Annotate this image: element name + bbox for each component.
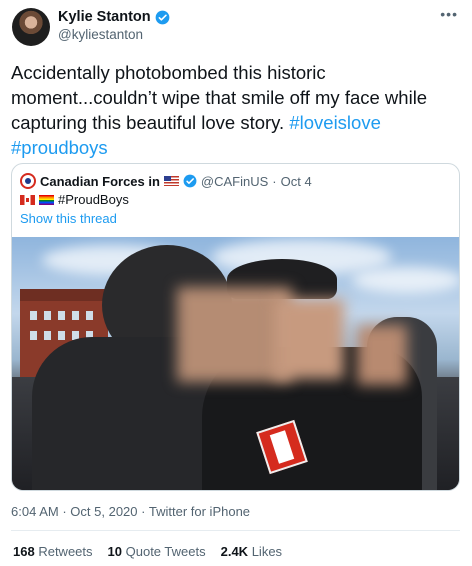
quoted-tweet-header: Canadian Forces in @CAFinUS · Oct 4 (20, 173, 312, 189)
hashtag-loveislove[interactable]: #loveislove (289, 112, 381, 133)
author-handle[interactable]: @kyliestanton (58, 27, 143, 42)
tweet-stats: 168 Retweets 10 Quote Tweets 2.4K Likes (13, 544, 282, 559)
retweets-count: 168 (13, 544, 35, 559)
retweets-label: Retweets (38, 544, 93, 559)
quote-tweets-label: Quote Tweets (125, 544, 206, 559)
more-icon[interactable]: ••• (440, 6, 458, 22)
rainbow-flag-icon (39, 194, 54, 205)
retweets-stat[interactable]: 168 Retweets (13, 544, 93, 559)
likes-stat[interactable]: 2.4K Likes (221, 544, 282, 559)
divider (11, 530, 460, 531)
quote-tweets-stat[interactable]: 10 Quote Tweets (108, 544, 206, 559)
verified-badge-icon (183, 174, 197, 188)
quoted-date: Oct 4 (280, 173, 312, 189)
quoted-tweet-text: #ProudBoys (20, 192, 129, 207)
quoted-author-handle: @CAFinUS (200, 173, 269, 189)
show-thread-link[interactable]: Show this thread (20, 211, 117, 226)
likes-label: Likes (251, 544, 283, 559)
author-avatar[interactable] (12, 8, 50, 46)
quoted-text: #ProudBoys (58, 192, 129, 207)
meta-separator-2: · (141, 504, 146, 519)
tweet-source[interactable]: Twitter for iPhone (149, 504, 250, 519)
quoted-photo[interactable] (12, 237, 459, 490)
tweet-meta: 6:04 AM · Oct 5, 2020 · Twitter for iPho… (11, 504, 250, 519)
quoted-author-name: Canadian Forces in (40, 173, 160, 189)
tweet-date[interactable]: Oct 5, 2020 (70, 504, 137, 519)
verified-badge-icon (155, 10, 170, 24)
tweet-text: Accidentally photobombed this historic m… (11, 60, 466, 160)
quote-tweets-count: 10 (107, 544, 122, 559)
tweet-time[interactable]: 6:04 AM (11, 504, 59, 519)
author-name-row: Kylie Stanton (58, 9, 170, 25)
us-flag-icon (163, 176, 179, 186)
quoted-separator: · (272, 173, 277, 189)
quoted-tweet[interactable]: Canadian Forces in @CAFinUS · Oct 4 #Pro… (11, 163, 460, 491)
canadian-forces-logo-icon (20, 173, 36, 189)
author-display-name[interactable]: Kylie Stanton (58, 9, 151, 25)
canada-flag-icon (20, 194, 35, 205)
meta-separator-1: · (62, 504, 67, 519)
likes-count: 2.4K (220, 544, 249, 559)
hashtag-proudboys[interactable]: #proudboys (11, 137, 108, 158)
